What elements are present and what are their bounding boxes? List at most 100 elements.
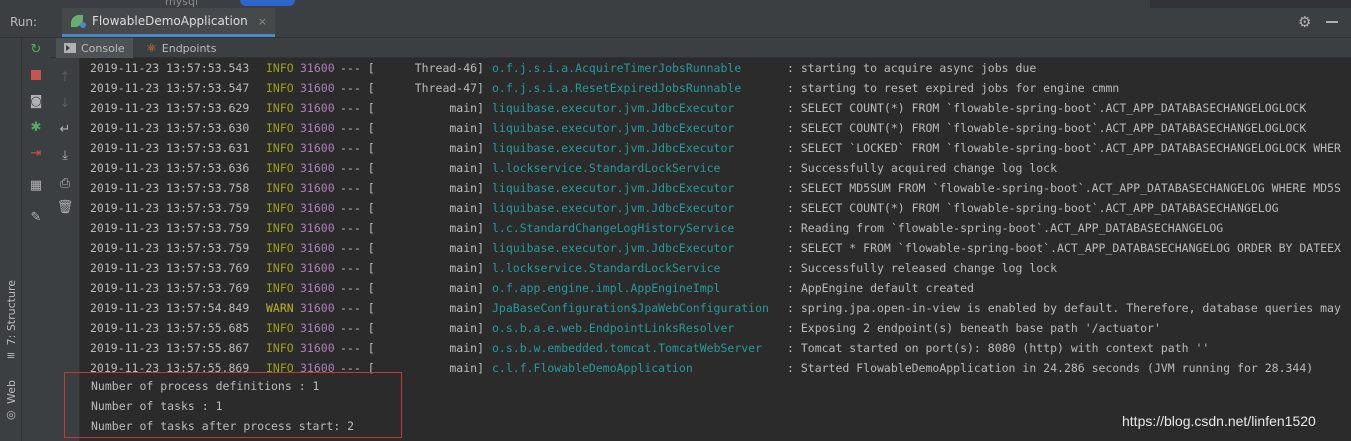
log-thread: main] [449,221,484,235]
log-line: 2019-11-23 13:57:53.636 INFO 31600 --- [mai… [81,158,1057,178]
log-line: 2019-11-23 13:57:53.543 INFO 31600 --- [Thr… [81,58,1036,78]
log-message: : spring.jpa.open-in-view is enabled by … [787,301,1341,315]
log-level: INFO [266,121,294,135]
stop-icon[interactable] [27,66,45,84]
rerun-icon[interactable]: ↻ [27,40,45,58]
log-line: 2019-11-23 13:57:54.849 WARN 31600 --- [mai… [81,298,1341,318]
log-logger: o.f.app.engine.impl.AppEngineImpl [492,281,721,295]
log-level: INFO [266,181,294,195]
structure-side-tab[interactable]: 7: Structure ≡ [2,280,20,362]
log-line: 2019-11-23 13:57:55.867 INFO 31600 --- [mai… [81,338,1209,358]
log-message: : starting to reset expired jobs for eng… [787,81,1120,95]
endpoints-icon: ⚛ [146,41,157,55]
log-logger: liquibase.executor.jvm.JdbcExecutor [492,181,735,195]
log-line: 2019-11-23 13:57:53.758 INFO 31600 --- [mai… [81,178,1341,198]
log-separator: --- [ [340,341,375,355]
tab-endpoints[interactable]: ⚛ Endpoints [138,38,224,58]
web-side-tab[interactable]: Web ◎ [2,380,20,421]
log-level: INFO [266,261,294,275]
log-timestamp: 2019-11-23 13:57:53.629 [90,101,250,115]
log-level: INFO [266,161,294,175]
log-pid: 31600 [300,221,335,235]
console-icon [64,43,76,53]
debug-icon[interactable]: ✱ [27,118,45,136]
close-icon[interactable]: × [258,15,267,28]
log-level: WARN [266,301,294,315]
log-pid: 31600 [300,161,335,175]
layout-icon[interactable]: ▦ [27,176,45,194]
log-logger: JpaBaseConfiguration$JpaWebConfiguration [492,301,769,315]
log-message: : SELECT COUNT(*) FROM `flowable-spring-… [787,121,1307,135]
globe-icon: ◎ [6,407,16,421]
log-thread: Thread-47] [414,81,484,95]
run-label: Run: [10,15,38,29]
camera-icon[interactable]: ◙ [27,92,45,110]
log-pid: 31600 [300,121,335,135]
highlight-box [64,372,402,438]
log-line: 2019-11-23 13:57:53.759 INFO 31600 --- [mai… [81,218,1223,238]
soft-wrap-icon[interactable]: ↵ [56,120,74,138]
log-timestamp: 2019-11-23 13:57:53.543 [90,61,250,75]
log-level: INFO [266,281,294,295]
log-pid: 31600 [300,181,335,195]
log-thread: main] [449,321,484,335]
left-tool-strip: 7: Structure ≡ Web ◎ [0,38,22,441]
log-logger: o.s.b.a.e.web.EndpointLinksResolver [492,321,735,335]
log-thread: main] [449,121,484,135]
log-message: : SELECT MD5SUM FROM `flowable-spring-bo… [787,181,1341,195]
log-logger: liquibase.executor.jvm.JdbcExecutor [492,141,735,155]
log-message: : Successfully acquired change log lock [787,161,1058,175]
log-separator: --- [ [340,181,375,195]
print-icon[interactable]: ⎙ [56,174,74,192]
log-thread: main] [449,261,484,275]
log-logger: o.f.j.s.i.a.ResetExpiredJobsRunnable [492,81,742,95]
log-separator: --- [ [340,281,375,295]
log-level: INFO [266,241,294,255]
log-timestamp: 2019-11-23 13:57:53.636 [90,161,250,175]
log-line: 2019-11-23 13:57:53.769 INFO 31600 --- [mai… [81,278,974,298]
log-logger: liquibase.executor.jvm.JdbcExecutor [492,201,735,215]
log-timestamp: 2019-11-23 13:57:53.759 [90,241,250,255]
minimize-icon[interactable] [1326,21,1338,23]
gear-icon[interactable]: ⚙ [1298,13,1311,31]
log-logger: l.lockservice.StandardLockService [492,161,721,175]
log-thread: main] [449,201,484,215]
log-timestamp: 2019-11-23 13:57:55.685 [90,321,250,335]
up-arrow-icon[interactable]: ↑ [56,68,74,86]
run-config-tab[interactable]: FlowableDemoApplication × [62,8,276,37]
log-message: : AppEngine default created [787,281,974,295]
trash-icon[interactable]: 🗑 [56,198,74,216]
log-pid: 31600 [300,341,335,355]
log-line: 2019-11-23 13:57:53.769 INFO 31600 --- [mai… [81,258,1057,278]
log-timestamp: 2019-11-23 13:57:53.759 [90,201,250,215]
log-separator: --- [ [340,121,375,135]
scroll-to-end-icon[interactable]: ⤓ [56,146,74,164]
exit-icon[interactable]: ⇥ [27,144,45,162]
log-level: INFO [266,321,294,335]
log-pid: 31600 [300,261,335,275]
log-timestamp: 2019-11-23 13:57:53.631 [90,141,250,155]
down-arrow-icon[interactable]: ↓ [56,94,74,112]
run-tool-window-header: Run: FlowableDemoApplication × ⚙ [0,8,1351,38]
run-config-tab-label: FlowableDemoApplication [92,14,248,28]
log-level: INFO [266,141,294,155]
web-side-tab-label: Web [4,380,18,404]
log-message: : Tomcat started on port(s): 8080 (http)… [787,341,1210,355]
log-message: : SELECT COUNT(*) FROM `flowable-spring-… [787,201,1279,215]
log-timestamp: 2019-11-23 13:57:53.758 [90,181,250,195]
log-line: 2019-11-23 13:57:55.685 INFO 31600 --- [mai… [81,318,1161,338]
console-tab-bar: Console ⚛ Endpoints [50,38,1351,58]
log-separator: --- [ [340,101,375,115]
log-thread: main] [449,161,484,175]
pin-icon[interactable]: ✎ [27,208,45,226]
log-logger: c.l.f.FlowableDemoApplication [492,361,693,375]
tab-console[interactable]: Console [56,38,133,58]
log-level: INFO [266,341,294,355]
log-level: INFO [266,81,294,95]
log-level: INFO [266,201,294,215]
log-timestamp: 2019-11-23 13:57:55.867 [90,341,250,355]
log-thread: Thread-46] [414,61,484,75]
log-logger: liquibase.executor.jvm.JdbcExecutor [492,121,735,135]
log-pid: 31600 [300,141,335,155]
log-message: : Successfully released change log lock [787,261,1058,275]
